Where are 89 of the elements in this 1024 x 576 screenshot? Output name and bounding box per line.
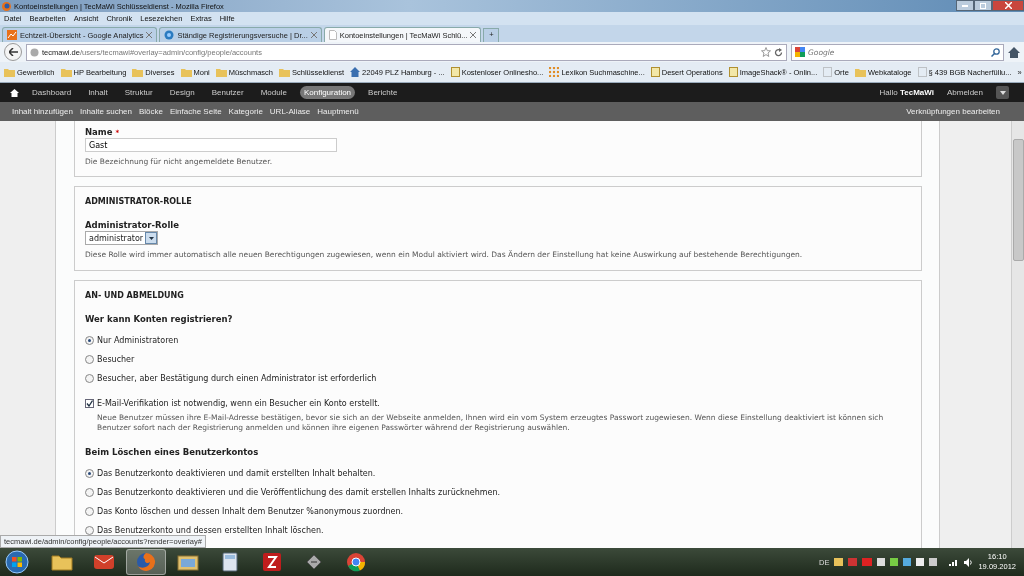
toolbar-menu-item[interactable]: Dashboard: [28, 86, 76, 99]
page-icon: [728, 67, 738, 77]
maximize-button[interactable]: [974, 0, 992, 11]
page-icon: [328, 30, 337, 40]
folder-icon: [132, 67, 144, 77]
home-icon[interactable]: [1008, 46, 1020, 58]
name-field[interactable]: Gast: [85, 138, 337, 152]
radio-button[interactable]: [85, 469, 94, 478]
minimize-button[interactable]: [956, 0, 974, 11]
filezilla-icon: [262, 552, 282, 572]
folder-icon: [180, 67, 192, 77]
shortcut-link[interactable]: Inhalt hinzufügen: [12, 107, 73, 116]
toolbar-menu-item[interactable]: Design: [165, 86, 199, 99]
signal-icon[interactable]: [949, 558, 960, 566]
shortcut-link[interactable]: Einfache Seite: [170, 107, 222, 116]
edit-shortcuts-link[interactable]: Verknüpfungen bearbeiten: [906, 107, 1000, 116]
minimize-icon: [962, 4, 968, 7]
checkbox-label: E-Mail-Verifikation ist notwendig, wenn ein Besucher ein Konto erstellt.: [97, 399, 380, 408]
radio-label: Das Benutzerkonto deaktivieren und damit erstellten Inhalt behalten.: [97, 469, 376, 478]
radio-button[interactable]: [85, 374, 94, 383]
logout-link[interactable]: Abmelden: [942, 86, 987, 99]
chart-icon: [7, 30, 17, 40]
shortcuts-toggle-button[interactable]: [996, 86, 1009, 99]
scrollbar[interactable]: [1011, 121, 1024, 548]
close-icon[interactable]: [470, 32, 477, 38]
radio-label: Das Konto löschen und dessen Inhalt dem Benutzer %anonymous zuordnen.: [97, 507, 404, 516]
page-icon: [650, 67, 660, 77]
toolbar-menu-item[interactable]: Berichte: [364, 86, 402, 99]
toolbar-menu-item[interactable]: Benutzer: [207, 86, 248, 99]
caret-icon: [999, 90, 1006, 95]
folder-icon: [177, 553, 199, 571]
radio-label: Das Benutzerkonto deaktivieren und die Veröffentlichung des damit erstellen Inhalts zurücknehmen.: [97, 488, 501, 497]
radio-button[interactable]: [85, 355, 94, 364]
radio-label: Besucher, aber Bestätigung durch einen Administrator ist erforderlich: [97, 374, 377, 383]
section-title: AN- UND ABMELDUNG: [85, 291, 185, 300]
search-icon[interactable]: [991, 47, 1000, 57]
back-arrow-icon: [8, 48, 18, 56]
close-icon: [1004, 2, 1012, 9]
close-icon[interactable]: [146, 32, 153, 38]
shortcut-link[interactable]: Inhalte suchen: [79, 107, 132, 116]
field-label: Administrator-Rolle: [85, 220, 181, 230]
radio-button[interactable]: [85, 336, 94, 345]
folder-icon: [4, 67, 15, 77]
shortcut-link[interactable]: URL-Aliase: [269, 107, 311, 116]
close-button[interactable]: [992, 0, 1024, 11]
page-icon: [450, 67, 460, 77]
caret-icon: [148, 236, 154, 240]
blank-page-icon: [823, 67, 833, 77]
back-button[interactable]: [4, 43, 22, 61]
reload-icon[interactable]: [774, 47, 783, 57]
dots-icon: [549, 67, 560, 77]
folder-icon: [215, 67, 227, 77]
toolbar-menu-item[interactable]: Inhalt: [84, 86, 112, 99]
chrome-icon: [346, 552, 366, 572]
toolbar-menu-item[interactable]: Module: [256, 86, 291, 99]
shortcut-link[interactable]: Blöcke: [139, 107, 163, 116]
radio-button[interactable]: [85, 507, 94, 516]
group-title: Beim Löschen eines Benutzerkontos: [85, 447, 260, 457]
firefox-icon: [136, 552, 156, 572]
section-title: ADMINISTRATOR-ROLLE: [85, 197, 193, 206]
toolbar-menu-item[interactable]: Struktur: [120, 86, 157, 99]
firefox-icon: [2, 1, 11, 11]
house-icon: [350, 67, 361, 77]
tool-icon: [304, 552, 324, 572]
checkbox[interactable]: [85, 399, 94, 408]
greeting: Hallo TecMaWi: [879, 88, 934, 97]
home-icon[interactable]: [10, 88, 19, 97]
folder-icon: [854, 67, 866, 77]
shortcut-link[interactable]: Kategorie: [228, 107, 263, 116]
start-button[interactable]: [4, 550, 30, 574]
radio-label: Das Benutzerkonto und dessen erstellten Inhalt löschen.: [97, 526, 324, 535]
close-icon[interactable]: [310, 32, 317, 38]
star-icon[interactable]: [761, 47, 771, 57]
maximize-icon: [980, 2, 986, 9]
radio-label: Besucher: [97, 355, 135, 364]
google-icon: [795, 47, 805, 57]
radio-label: Nur Administratoren: [97, 336, 179, 345]
folder-icon: [60, 67, 72, 77]
group-title: Wer kann Konten registrieren?: [85, 314, 234, 324]
blank-page-icon: [917, 67, 927, 77]
calculator-icon: [222, 552, 238, 572]
toolbar-menu-item[interactable]: Konfiguration: [299, 86, 356, 99]
role-select[interactable]: administrator: [85, 231, 159, 245]
folder-icon: [51, 553, 73, 571]
speaker-icon[interactable]: [964, 557, 974, 567]
envelope-icon: [93, 554, 115, 570]
radio-button[interactable]: [85, 488, 94, 497]
folder-icon: [279, 67, 290, 77]
shortcut-link[interactable]: Hauptmenü: [317, 107, 359, 116]
